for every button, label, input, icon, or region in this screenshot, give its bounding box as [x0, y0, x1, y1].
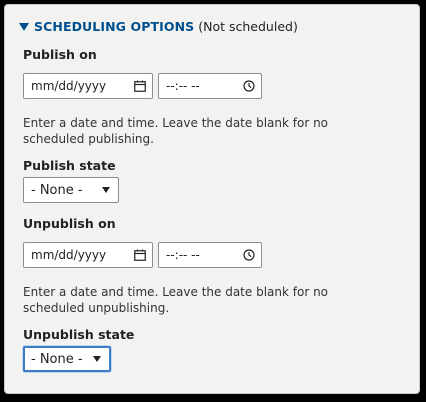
clock-icon[interactable] — [243, 249, 255, 261]
scheduling-options-fieldset: SCHEDULING OPTIONS (Not scheduled) Publi… — [4, 4, 420, 394]
unpublish-date-placeholder: mm/dd/yyyy — [31, 248, 107, 262]
unpublish-on-description: Enter a date and time. Leave the date bl… — [23, 285, 329, 315]
disclosure-triangle-icon — [19, 22, 29, 31]
publish-time-input[interactable]: --:-- -- — [158, 73, 262, 99]
publish-state-select[interactable]: - None - — [23, 177, 119, 203]
dropdown-caret-icon — [102, 187, 110, 193]
clock-icon[interactable] — [243, 80, 255, 92]
unpublish-state-select[interactable]: - None - — [23, 346, 111, 372]
publish-date-placeholder: mm/dd/yyyy — [31, 79, 107, 93]
dropdown-caret-icon — [93, 356, 101, 362]
calendar-icon[interactable] — [134, 80, 146, 92]
unpublish-state-value: - None - — [31, 351, 83, 367]
fieldset-title: SCHEDULING OPTIONS — [34, 18, 195, 34]
schedule-status: (Not scheduled) — [198, 18, 298, 34]
publish-date-input[interactable]: mm/dd/yyyy — [23, 73, 153, 99]
publish-state-value: - None - — [31, 182, 83, 198]
unpublish-time-placeholder: --:-- -- — [166, 248, 200, 262]
calendar-icon[interactable] — [134, 249, 146, 261]
publish-on-description: Enter a date and time. Leave the date bl… — [23, 116, 329, 146]
unpublish-state-label: Unpublish state — [23, 327, 135, 342]
unpublish-time-input[interactable]: --:-- -- — [158, 242, 262, 268]
publish-time-placeholder: --:-- -- — [166, 79, 200, 93]
publish-state-label: Publish state — [23, 158, 116, 173]
publish-on-label: Publish on — [23, 47, 97, 62]
unpublish-date-input[interactable]: mm/dd/yyyy — [23, 242, 153, 268]
scheduling-options-toggle[interactable]: SCHEDULING OPTIONS (Not scheduled) — [19, 17, 298, 35]
unpublish-on-label: Unpublish on — [23, 216, 116, 231]
